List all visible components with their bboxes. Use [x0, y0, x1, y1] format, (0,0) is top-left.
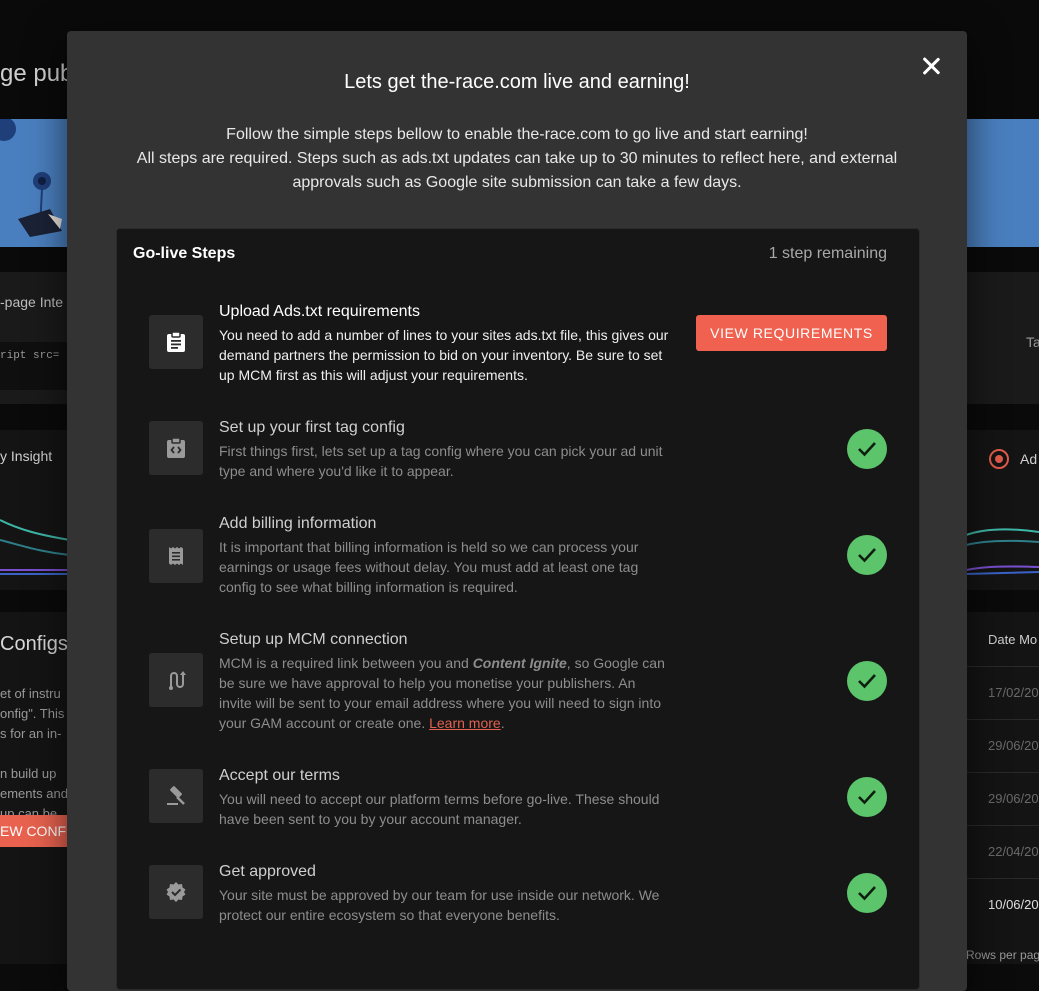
steps-remaining: 1 step remaining: [768, 245, 887, 262]
right-label: Ta: [1026, 334, 1039, 350]
configs-description: et of instru onfig". This s for an in- n…: [0, 684, 68, 824]
insight-label: y Insight: [0, 448, 53, 464]
table-row[interactable]: 10/06/20: [966, 878, 1039, 931]
completed-check-icon: [847, 429, 887, 469]
radio-button[interactable]: [989, 449, 1009, 469]
subtitle-line: Follow the simple steps bellow to enable…: [226, 126, 808, 143]
integration-label: -page Inte: [0, 294, 64, 310]
step-mcm-connection: Setup up MCM connection MCM is a require…: [149, 631, 887, 731]
desc-text: .: [500, 715, 505, 731]
step-description: Your site must be approved by our team f…: [219, 887, 660, 923]
configs-line: s for an in-: [0, 726, 62, 741]
step-accept-terms: Accept our terms You will need to accept…: [149, 767, 887, 837]
configs-table: Date Mo 17/02/20 29/06/20 29/06/20 22/04…: [966, 614, 1039, 931]
page-heading: ge pub: [0, 60, 74, 87]
step-description: It is important that billing information…: [219, 539, 639, 595]
configs-spacer: [0, 744, 68, 764]
step-billing: Add billing information It is important …: [149, 515, 887, 595]
learn-more-link[interactable]: Learn more: [429, 715, 501, 731]
brand-name: Content Ignite: [472, 655, 567, 671]
step-description: First things first, lets set up a tag co…: [219, 443, 663, 479]
configs-line: et of instru: [0, 686, 61, 701]
completed-check-icon: [847, 873, 887, 913]
step-title: Accept our terms: [219, 767, 340, 784]
insight-chart-right: [966, 528, 1039, 575]
configs-line: onfig". This: [0, 706, 65, 721]
step-description: You need to add a number of lines to you…: [219, 327, 669, 383]
step-description: MCM is a required link between you and C…: [219, 653, 671, 733]
step-title: Set up your first tag config: [219, 419, 405, 436]
table-row[interactable]: 29/06/20: [966, 719, 1039, 772]
radio-label: Ad: [1020, 451, 1038, 467]
insight-chart-left: [0, 519, 70, 575]
card-title: Go-live Steps: [133, 245, 236, 262]
go-live-modal: Lets get the-race.com live and earning! …: [67, 31, 967, 991]
configs-line: n build up: [0, 766, 57, 781]
modal-title: Lets get the-race.com live and earning!: [344, 71, 690, 93]
table-row[interactable]: 29/06/20: [966, 772, 1039, 825]
step-title: Setup up MCM connection: [219, 631, 408, 648]
step-title: Get approved: [219, 863, 316, 880]
gavel-icon: [149, 769, 203, 823]
step-description: You will need to accept our platform ter…: [219, 791, 660, 827]
route-icon: [149, 653, 203, 707]
completed-check-icon: [847, 535, 887, 575]
flower-illustration: [0, 117, 62, 237]
table-header-date[interactable]: Date Mo: [966, 614, 1039, 666]
view-configs-button[interactable]: EW CONFI: [0, 815, 70, 847]
code-clipboard-icon: [149, 421, 203, 475]
desc-text: MCM is a required link between you and: [219, 655, 473, 671]
configs-title: Configs: [0, 633, 68, 655]
verified-badge-icon: [149, 865, 203, 919]
code-snippet: ript src=: [0, 342, 70, 390]
clipboard-icon: [149, 315, 203, 369]
go-live-steps-card: Go-live Steps 1 step remaining Upload Ad…: [116, 228, 920, 990]
completed-check-icon: [847, 777, 887, 817]
receipt-icon: [149, 529, 203, 583]
completed-check-icon: [847, 661, 887, 701]
configs-line: ements and: [0, 786, 68, 801]
step-title: Upload Ads.txt requirements: [219, 303, 420, 320]
step-tag-config: Set up your first tag config First thing…: [149, 419, 887, 489]
step-upload-ads-txt: Upload Ads.txt requirements You need to …: [149, 303, 887, 383]
modal-subtitle: Follow the simple steps bellow to enable…: [117, 123, 917, 195]
step-get-approved: Get approved Your site must be approved …: [149, 863, 887, 933]
view-requirements-button[interactable]: VIEW REQUIREMENTS: [696, 315, 887, 351]
step-title: Add billing information: [219, 515, 377, 532]
table-row[interactable]: 22/04/20: [966, 825, 1039, 878]
table-row[interactable]: 17/02/20: [966, 666, 1039, 719]
subtitle-line: All steps are required. Steps such as ad…: [136, 150, 898, 191]
rows-per-page-label: Rows per pag: [966, 948, 1039, 962]
